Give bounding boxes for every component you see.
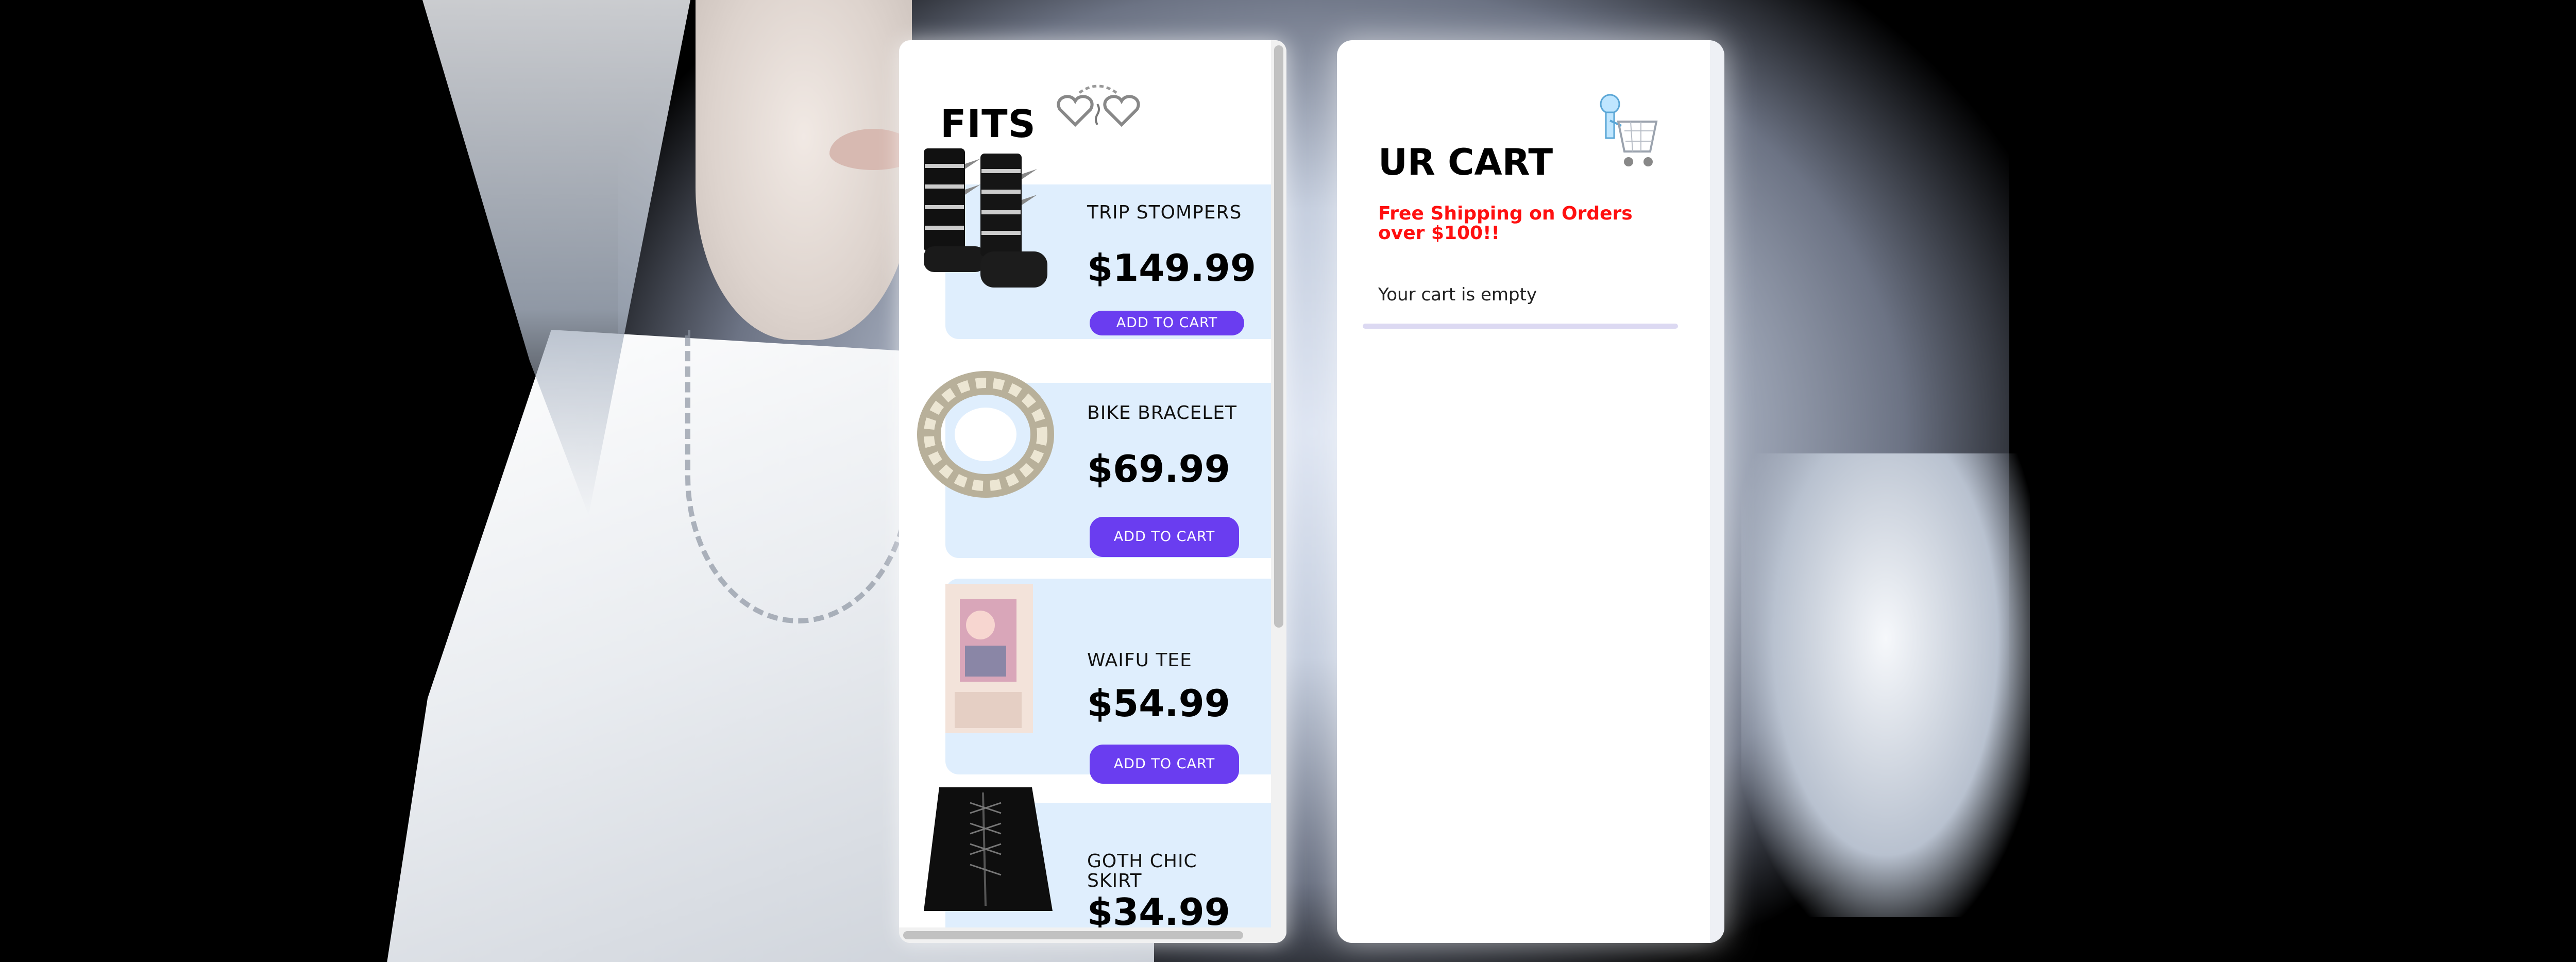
cart-panel-edge: [1710, 40, 1724, 943]
add-to-cart-button[interactable]: ADD TO CART: [1090, 311, 1244, 335]
vertical-scrollbar[interactable]: [1271, 40, 1286, 943]
product-price: $69.99: [1087, 447, 1230, 491]
shopping-cart-icon: [1600, 94, 1658, 166]
product-name: GOTH CHIC SKIRT: [1087, 851, 1197, 891]
background-chain: [685, 330, 912, 623]
cart-title: UR CART: [1378, 141, 1553, 183]
background-hand: [1741, 453, 2030, 917]
shop-panel: FITS TRIP STOMPERS $149.99 ADD TO CART B…: [899, 40, 1286, 943]
product-name: BIKE BRACELET: [1087, 402, 1238, 424]
background-art: [0, 0, 2576, 962]
vertical-scrollbar-thumb[interactable]: [1274, 45, 1283, 628]
product-image-skirt: [924, 787, 1053, 911]
product-item: GOTH CHIC SKIRT $34.99: [899, 777, 1271, 943]
product-item: TRIP STOMPERS $149.99 ADD TO CART: [899, 143, 1271, 344]
add-to-cart-button[interactable]: ADD TO CART: [1090, 517, 1239, 557]
shipping-notice: Free Shipping on Orders over $100!!: [1378, 203, 1633, 244]
product-name: TRIP STOMPERS: [1087, 202, 1242, 223]
product-name: WAIFU TEE: [1087, 650, 1192, 671]
cart-divider: [1363, 324, 1678, 329]
cart-panel: UR CART Free Shipping on Orders over $10…: [1337, 40, 1724, 943]
product-image-bracelet: [917, 371, 1054, 498]
product-image-tee: [945, 584, 1033, 733]
product-item: BIKE BRACELET $69.99 ADD TO CART: [899, 362, 1271, 563]
shop-title: FITS: [940, 102, 1036, 146]
handcuffs-icon: [1057, 85, 1140, 127]
horizontal-scrollbar[interactable]: [899, 927, 1286, 943]
product-price: $149.99: [1087, 246, 1256, 290]
product-item: WAIFU TEE $54.99 ADD TO CART: [899, 579, 1271, 784]
product-price: $54.99: [1087, 682, 1230, 725]
cart-empty-message: Your cart is empty: [1378, 284, 1537, 305]
horizontal-scrollbar-thumb[interactable]: [903, 931, 1243, 939]
product-image-boots: [924, 148, 1047, 288]
background-face: [696, 0, 912, 340]
